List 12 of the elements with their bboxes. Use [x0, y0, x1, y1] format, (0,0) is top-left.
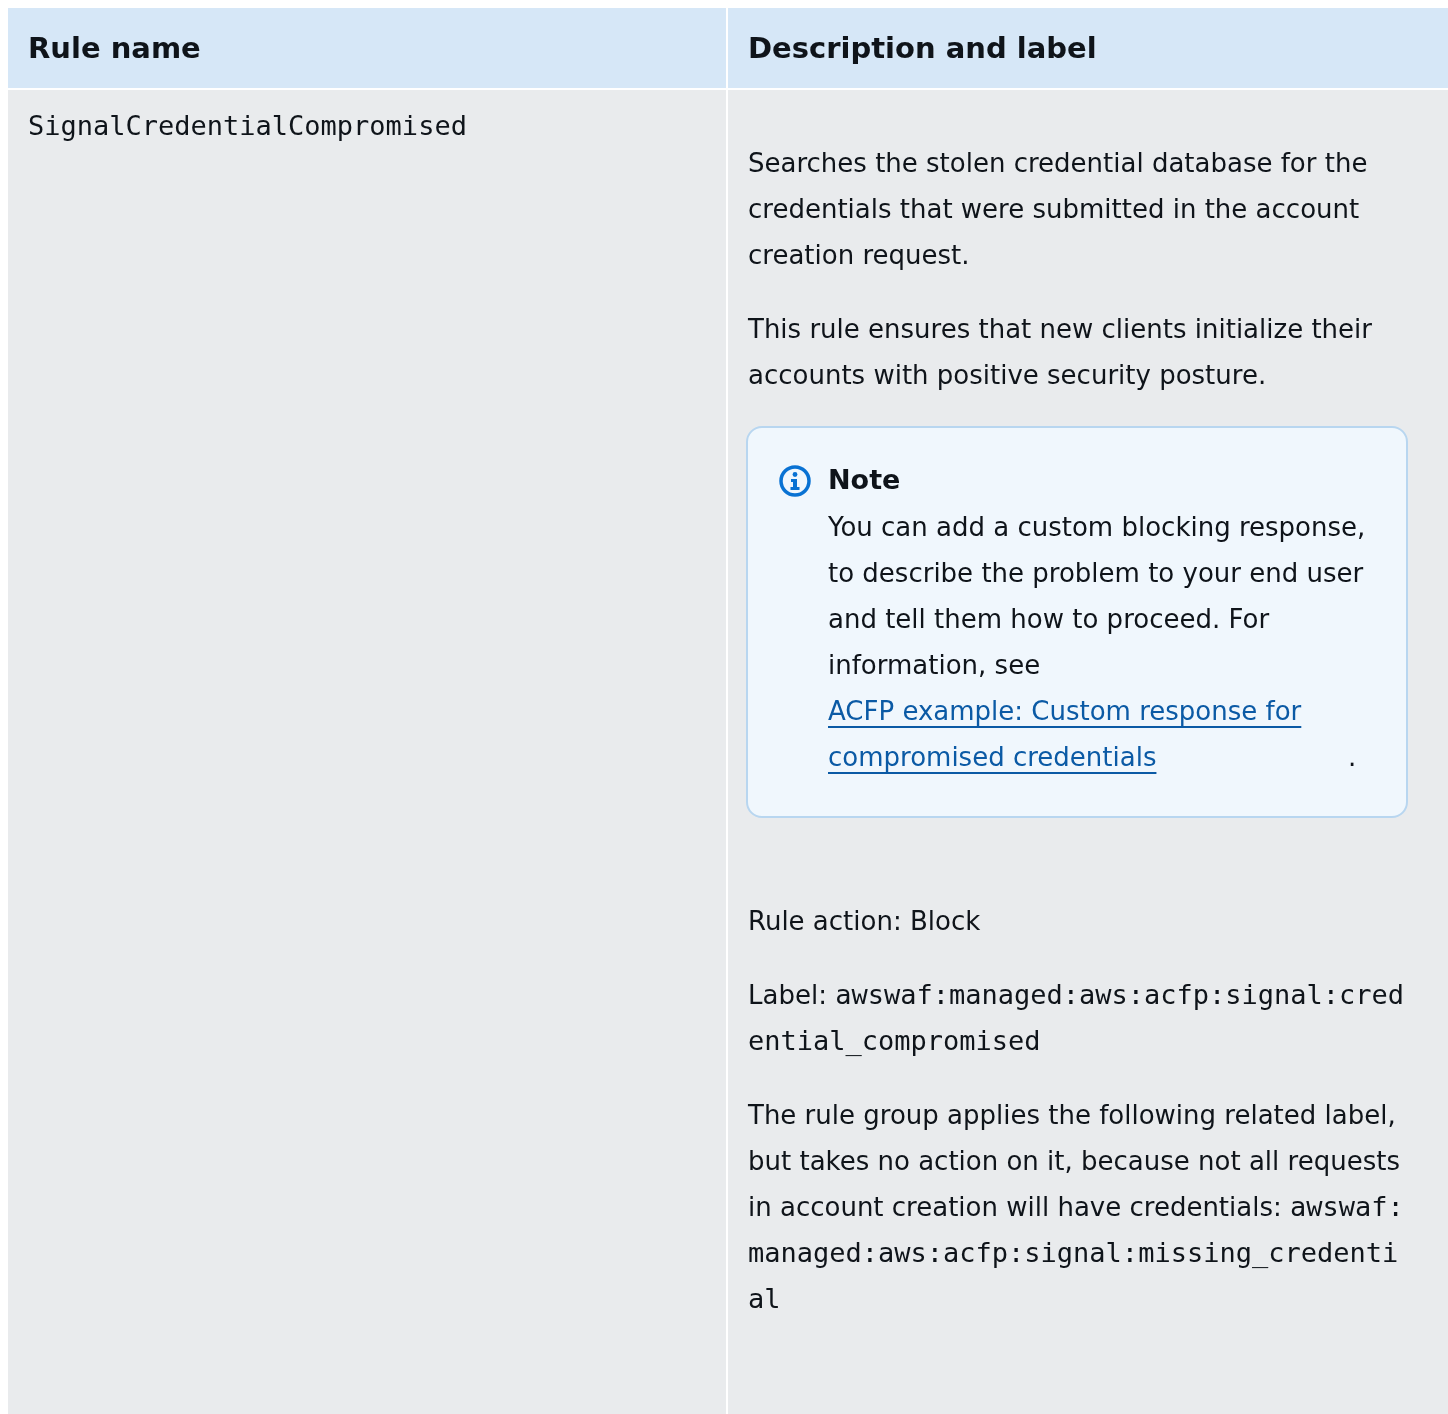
description-paragraph: Searches the stolen credential database for the credentials that were submitted in the account creation request. [748, 147, 1369, 272]
detail-paragraph: Rule action: Block [748, 905, 982, 938]
example-link[interactable]: ACFP example: Custom response for compromised credentials [828, 688, 1348, 780]
description-paragraph: This rule ensures that new clients initialize their accounts with positive security posture. [748, 313, 1373, 392]
column-header: Description and label [728, 8, 1448, 88]
column-header: Rule name [8, 8, 726, 88]
rule-name: SignalCredentialCompromised [28, 110, 468, 141]
info-icon [778, 464, 812, 498]
detail-paragraph: The rule group applies the following related label, but takes no action on it, because not all requests in account creation will have credentials: awswaf:managed:aws:acfp:signal:missing_credential [748, 1099, 1405, 1316]
note-text: You can add a custom blocking response, to describe the problem to your end user and tell them how to proceed. For information, see ACFP example: Custom response for compromised credentials . [828, 504, 1366, 780]
detail-paragraph: Label: awswaf:managed:aws:acfp:signal:credential_compromised [748, 978, 1406, 1058]
note-title: Note [828, 463, 902, 497]
